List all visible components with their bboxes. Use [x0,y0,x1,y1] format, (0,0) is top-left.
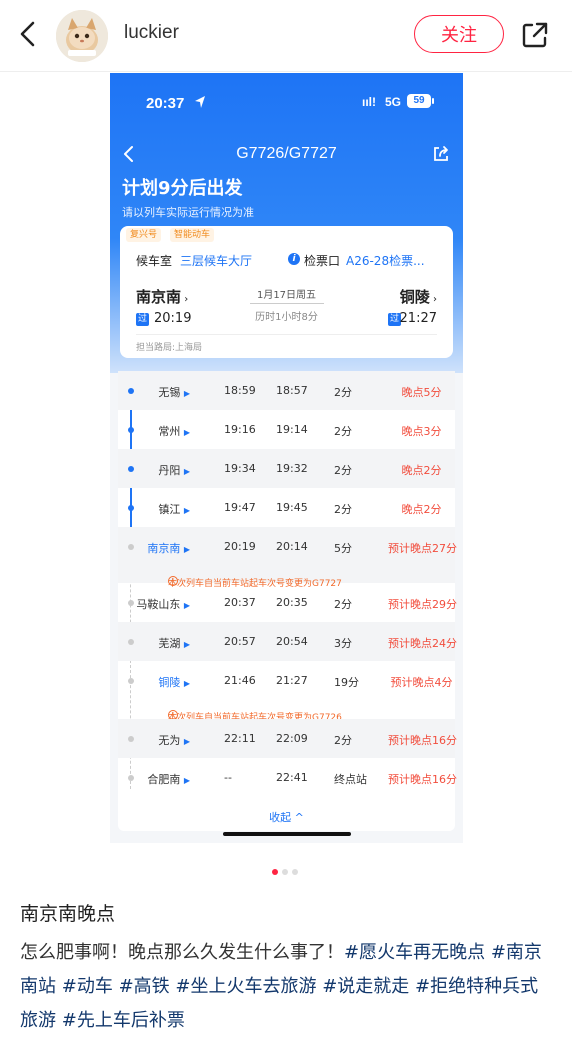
stop-row[interactable]: 芜湖 ▶ 20:57 20:54 3分 预计晚点24分 [118,622,457,661]
stop-dot [128,505,134,511]
divider [136,334,437,335]
top-bar: luckier 关注 [0,0,572,72]
info-icon: i [288,253,300,265]
home-indicator [223,832,351,836]
stop-row-current[interactable]: 南京南 ▶ 20:19 20:14 5分 预计晚点27分 ! 本次列车自当前车站起… [118,527,457,589]
image-pager [272,869,298,875]
collapse-button[interactable]: 收起 ^ [118,809,455,825]
stop-row[interactable]: 无为 ▶ 22:11 22:09 2分 预计晚点16分 [118,719,457,758]
network-label: 5G [385,95,402,109]
stop-dot [128,639,134,645]
share-icon [434,146,448,161]
stop-dot [128,388,134,394]
note-body: 怎么肥事啊！晚点那么久发生什么事了！#愿火车再无晚点 #南京南站 #动车 #高铁… [20,936,550,1038]
travel-date: 1月17日周五 [256,290,317,301]
train-number: G7726/G7727 [236,145,337,162]
from-time: 20:19 [154,311,192,326]
stop-row[interactable]: 马鞍山东 ▶ 20:37 20:35 2分 预计晚点29分 [118,583,457,622]
depart-note: 请以列车实际运行情况为准 [122,206,254,219]
post-image[interactable]: 20:37 ııl! 5G 59 G7726/G7727 计划9分后出发 请以列… [110,73,463,843]
stop-row-destination[interactable]: 铜陵 ▶ 21:46 21:27 19分 预计晚点4分 ! 本次列车自当前车站起车… [118,661,455,723]
stop-row[interactable]: 丹阳 ▶ 19:34 19:32 2分 晚点2分 [118,449,455,488]
stop-row[interactable]: 无锡 ▶ 18:59 18:57 2分 晚点5分 [118,371,455,410]
stop-dot [128,600,134,606]
operating-bureau: 担当路局:上海局 [136,343,203,353]
gate-label: 检票口 [304,254,341,268]
share-icon[interactable] [520,20,550,50]
back-arrow-icon[interactable] [14,18,42,50]
waiting-room-label: 候车室 [136,254,173,268]
avatar[interactable] [56,10,108,62]
date-divider [250,303,324,304]
hashtag[interactable]: #先上车后补票 [62,1010,185,1031]
stop-dot [128,736,134,742]
trip-card: 复兴号 智能动车 候车室 三层候车大厅 i 检票口 A26-28检票... 南京… [120,226,453,358]
tag-smart-emu: 智能动车 [170,228,215,242]
gate-value: A26-28检票... [346,254,425,268]
stop-dot [128,544,134,550]
hashtag[interactable]: #动车 [62,976,113,997]
pager-dot[interactable] [282,869,288,875]
stop-dot [128,427,134,433]
pager-dot[interactable] [292,869,298,875]
hashtag[interactable]: #愿火车再无晚点 [344,942,485,963]
stop-dot [128,678,134,684]
pager-dot-active[interactable] [272,869,278,875]
hashtag[interactable]: #说走就走 [322,976,409,997]
hashtag[interactable]: #高铁 [119,976,170,997]
tag-fuxing: 复兴号 [126,228,162,242]
stop-dot [128,466,134,472]
stop-row[interactable]: 镇江 ▶ 19:47 19:45 2分 晚点2分 [118,488,455,527]
stop-list: 无锡 ▶ 18:59 18:57 2分 晚点5分 常州 ▶ 19:16 19:1… [118,371,457,831]
pass-badge: 过 [136,313,149,326]
stop-dot [128,775,134,781]
waiting-room-value: 三层候车大厅 [180,254,253,268]
depart-countdown: 计划9分后出发 [122,178,243,199]
note-title: 南京南晚点 [20,903,116,925]
to-time: 21:27 [399,311,437,326]
location-arrow-icon [195,96,205,108]
stop-row[interactable]: 常州 ▶ 19:16 19:14 2分 晚点3分 [118,410,455,449]
status-time: 20:37 [146,95,185,112]
signal-icon: ııl! [362,95,376,109]
note-text: 怎么肥事啊！晚点那么久发生什么事了！ [20,942,344,963]
follow-button[interactable]: 关注 [414,15,504,53]
username[interactable]: luckier [124,22,179,44]
hashtag[interactable]: #坐上火车去旅游 [175,976,316,997]
stop-row[interactable]: 合肥南 ▶ -- 22:41 终点站 预计晚点16分 [118,758,457,797]
battery-icon: 59 [407,94,434,108]
